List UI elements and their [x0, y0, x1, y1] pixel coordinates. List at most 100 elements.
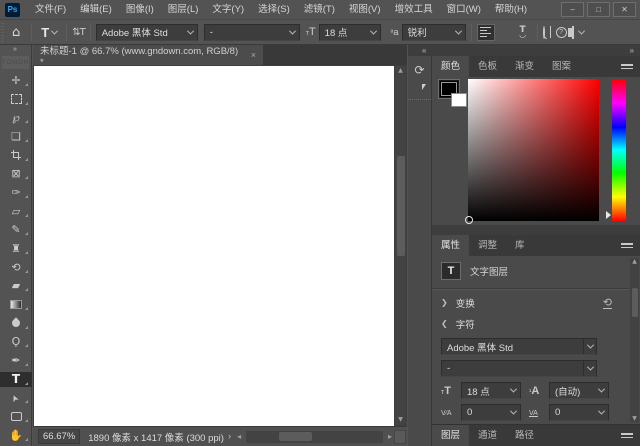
color-tab-1[interactable]: 颜色: [432, 56, 469, 77]
leading-select[interactable]: (自动): [549, 382, 609, 399]
hand-tool[interactable]: ✋: [0, 428, 32, 443]
horizontal-scroll-thumb[interactable]: [279, 432, 312, 441]
tracking-select[interactable]: 0: [549, 404, 609, 421]
color-tab-3[interactable]: 渐变: [506, 56, 543, 77]
text-layer-icon: T: [441, 262, 461, 280]
reset-transform-icon[interactable]: ⟲: [603, 297, 612, 309]
document-canvas[interactable]: [34, 66, 394, 426]
history-brush-tool[interactable]: ⟲: [0, 260, 32, 275]
layers-tab-2[interactable]: 通道: [469, 425, 506, 446]
toolbar-collapse-icon[interactable]: »: [0, 45, 31, 55]
search-button[interactable]: [543, 27, 545, 38]
menu-item[interactable]: 选择(S): [251, 0, 297, 20]
status-menu-chevron[interactable]: ›: [228, 431, 231, 442]
tool-preset-picker[interactable]: T: [37, 23, 61, 42]
layers-panel-tabs: 图层通道路径: [432, 424, 640, 446]
healing-brush-tool[interactable]: ▱: [0, 204, 32, 219]
eyedropper-tool[interactable]: ✑: [0, 185, 32, 200]
color-menu-icon[interactable]: [621, 64, 633, 69]
text-orientation-icon[interactable]: ⇅T: [72, 27, 85, 38]
kerning-select[interactable]: 0: [461, 404, 521, 421]
character-font-family-select[interactable]: Adobe 黑体 Std: [441, 338, 597, 355]
help-button[interactable]: ?: [556, 27, 567, 38]
transform-section-header[interactable]: ❯ 变换 ⟲: [432, 292, 640, 313]
document-tab[interactable]: 未标题-1 @ 66.7% (www.gndown.com, RGB/8) * …: [33, 45, 263, 65]
layers-menu-icon[interactable]: [621, 433, 633, 438]
align-center-button[interactable]: [496, 24, 514, 41]
close-button[interactable]: ✕: [613, 2, 636, 17]
path-selection-tool[interactable]: ➤: [0, 390, 32, 405]
menu-item[interactable]: 编辑(E): [73, 0, 119, 20]
scroll-up-icon[interactable]: ▲: [395, 66, 406, 76]
scroll-down-icon[interactable]: ▼: [630, 415, 639, 422]
menu-item[interactable]: 帮助(H): [488, 0, 534, 20]
menu-item[interactable]: 窗口(W): [440, 0, 488, 20]
type-tool[interactable]: T: [0, 372, 32, 387]
properties-tab-3[interactable]: 库: [506, 235, 534, 256]
scroll-up-icon[interactable]: ▲: [630, 258, 639, 265]
properties-tab-1[interactable]: 属性: [432, 235, 469, 256]
object-selection-tool[interactable]: ❏: [0, 129, 32, 144]
blur-tool[interactable]: [0, 316, 32, 331]
layers-tab-1[interactable]: 图层: [432, 425, 469, 446]
minimize-button[interactable]: –: [561, 2, 584, 17]
properties-menu-icon[interactable]: [621, 243, 633, 248]
dodge-tool[interactable]: Ϙ: [0, 334, 32, 349]
lasso-tool[interactable]: ℘: [0, 110, 32, 125]
chevron-down-icon[interactable]: [578, 27, 585, 34]
properties-scrollbar[interactable]: ▲ ▼: [630, 258, 639, 422]
menu-item[interactable]: 增效工具: [388, 0, 440, 20]
clone-stamp-tool[interactable]: ♜: [0, 241, 32, 256]
type-tool-icon: T: [41, 25, 49, 40]
character-font-size-select[interactable]: 18 点: [461, 382, 521, 399]
menu-item[interactable]: 文字(Y): [205, 0, 251, 20]
saturation-brightness-field[interactable]: [468, 79, 599, 221]
menu-item[interactable]: 滤镜(T): [297, 0, 342, 20]
menu-item[interactable]: 视图(V): [342, 0, 388, 20]
hue-slider[interactable]: [612, 79, 626, 221]
gradient-tool[interactable]: [0, 297, 32, 312]
history-panel-button[interactable]: ⟳: [414, 64, 424, 77]
menu-item[interactable]: 文件(F): [28, 0, 73, 20]
brush-tool[interactable]: ✎: [0, 222, 32, 237]
horizontal-scrollbar[interactable]: [246, 431, 383, 443]
zoom-level-field[interactable]: 66.67%: [38, 429, 80, 444]
color-tab-4[interactable]: 图案: [543, 56, 580, 77]
vertical-scroll-thumb[interactable]: [397, 156, 405, 257]
eraser-tool-icon: ▰: [12, 279, 20, 292]
font-style-select[interactable]: -: [204, 24, 300, 41]
font-size-select[interactable]: 18 点: [319, 24, 381, 41]
home-icon[interactable]: ⌂: [12, 25, 20, 40]
color-tab-2[interactable]: 色板: [469, 56, 506, 77]
close-tab-icon[interactable]: ×: [251, 50, 256, 60]
pen-tool[interactable]: ✒: [0, 353, 32, 368]
character-font-style-select[interactable]: -: [441, 360, 597, 377]
maximize-button[interactable]: □: [587, 2, 610, 17]
anti-alias-select[interactable]: 锐利: [402, 24, 466, 41]
rectangle-tool[interactable]: [0, 409, 32, 424]
marquee-tool[interactable]: [0, 92, 32, 107]
eraser-tool[interactable]: ▰: [0, 278, 32, 293]
scroll-left-icon[interactable]: ◂: [235, 432, 243, 441]
properties-scroll-thumb[interactable]: [632, 288, 638, 318]
frame-tool[interactable]: ⊠: [0, 166, 32, 181]
layers-tab-3[interactable]: 路径: [506, 425, 543, 446]
background-color-swatch[interactable]: [451, 93, 467, 107]
character-section-header[interactable]: ❮ 字符: [432, 313, 640, 334]
menu-item[interactable]: 图像(I): [119, 0, 161, 20]
hue-slider-cursor[interactable]: [606, 211, 615, 219]
scroll-right-icon[interactable]: ▸: [386, 432, 394, 441]
menu-item[interactable]: 图层(L): [161, 0, 206, 20]
properties-tab-2[interactable]: 调整: [469, 235, 506, 256]
font-family-select[interactable]: Adobe 黑体 Std: [96, 24, 198, 41]
vertical-scrollbar[interactable]: ▲ ▼: [395, 66, 406, 425]
align-left-button[interactable]: [477, 24, 495, 41]
crop-tool[interactable]: [0, 148, 32, 163]
move-tool[interactable]: ✛: [0, 73, 32, 88]
warp-text-button[interactable]: T◡: [514, 24, 532, 41]
panel-toggle-button[interactable]: [572, 27, 574, 38]
collapse-panels-icon[interactable]: »: [630, 46, 635, 55]
expand-panels-icon[interactable]: «: [422, 46, 427, 55]
color-field-cursor[interactable]: [465, 216, 473, 224]
scroll-down-icon[interactable]: ▼: [395, 415, 406, 425]
